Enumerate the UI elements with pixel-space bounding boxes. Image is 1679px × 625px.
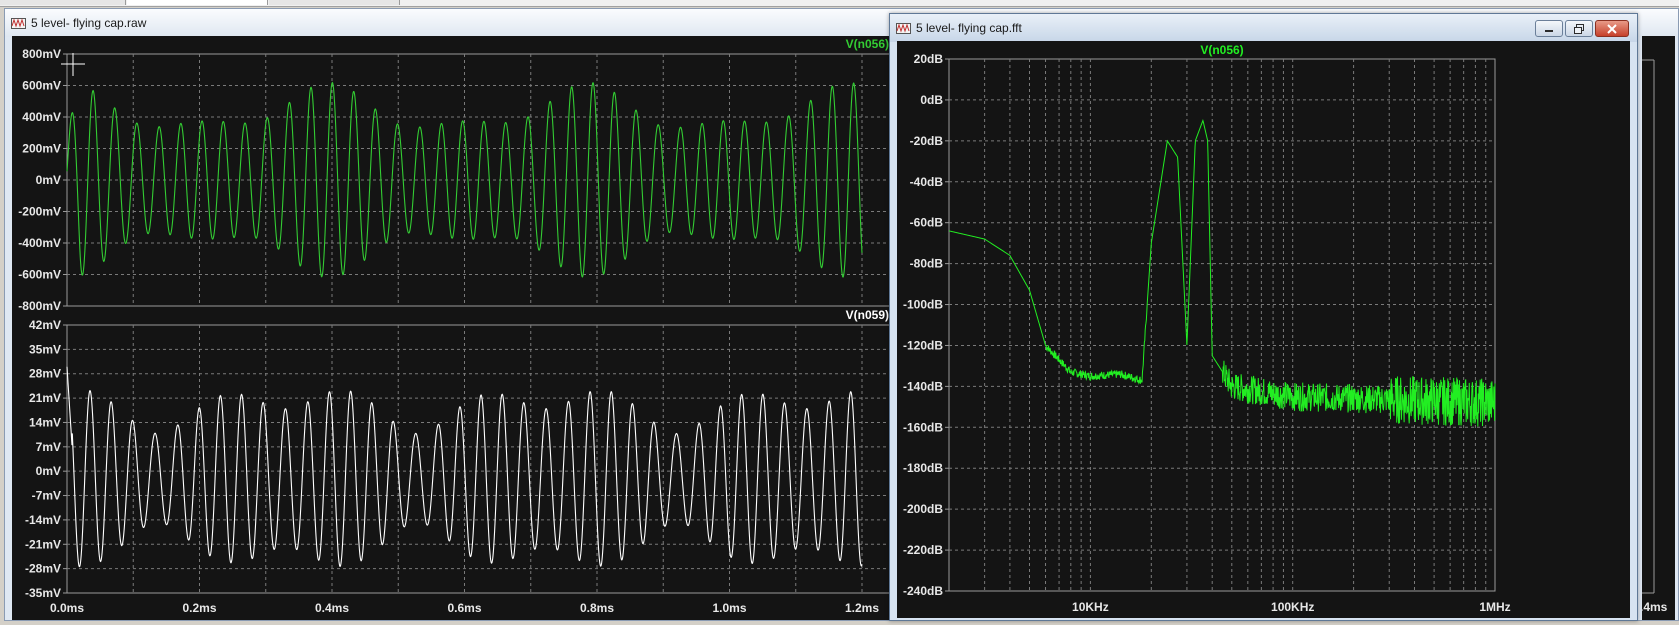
x-tick-label: 0.6ms xyxy=(447,601,481,615)
window-tab[interactable] xyxy=(269,0,400,5)
y-tick-label: 20dB xyxy=(914,52,944,66)
x-tick-label: 1MHz xyxy=(1479,600,1510,614)
restore-icon xyxy=(1574,23,1584,34)
raw-window-title: 5 level- flying cap.raw xyxy=(31,16,147,30)
x-tick-label: 0.0ms xyxy=(50,601,84,615)
close-button[interactable] xyxy=(1595,20,1629,37)
window-tab[interactable] xyxy=(0,0,126,5)
top-pane[interactable]: 800mV 600mV 400mV 200mV 0mV -200mV -400mV -600m… xyxy=(18,37,906,313)
y-tick-label: -14mV xyxy=(25,513,61,527)
y-tick-label: 400mV xyxy=(22,110,61,124)
minimize-icon xyxy=(1545,29,1553,32)
trace-label: V(n059) xyxy=(846,308,889,322)
y-tick-label: 200mV xyxy=(22,142,61,156)
trace-label: V(n056) xyxy=(846,37,889,51)
y-tick-label: 0mV xyxy=(36,464,61,478)
y-tick-label: -80dB xyxy=(910,257,944,271)
y-tick-label: 35mV xyxy=(29,342,61,356)
x-tick-label: 1.0ms xyxy=(712,601,746,615)
fft-frame xyxy=(948,58,1496,592)
y-tick-label: -180dB xyxy=(903,461,943,475)
x-tick-label: 1.2ms xyxy=(845,601,879,615)
fft-pane[interactable]: 20dB 0dB -20dB -40dB -60dB -80dB -100dB -120dB -… xyxy=(903,43,1511,614)
raw-plot-area-right-edge: .4ms xyxy=(1640,36,1675,620)
y-tick-label: -100dB xyxy=(903,298,943,312)
y-tick-label: -120dB xyxy=(903,338,943,352)
x-tick-label: 100KHz xyxy=(1271,600,1314,614)
y-tick-label: -140dB xyxy=(903,379,943,393)
y-tick-label: -220dB xyxy=(903,543,943,557)
waveform-app-icon xyxy=(896,23,911,34)
y-tick-label: -200dB xyxy=(903,502,943,516)
fft-plot-window[interactable]: 5 level- flying cap.fft 20dB 0dB -20dB -40d… xyxy=(889,13,1638,621)
y-tick-label: -160dB xyxy=(903,420,943,434)
raw-plot-svg[interactable]: 800mV 600mV 400mV 200mV 0mV -200mV -400mV -600m… xyxy=(12,36,906,620)
y-tick-label: -28mV xyxy=(25,562,61,576)
y-tick-label: -200mV xyxy=(18,205,61,219)
pane-frame xyxy=(66,324,906,594)
y-tick-label: 800mV xyxy=(22,47,61,61)
y-tick-label: -20dB xyxy=(910,134,944,148)
x-tick-label: 0.2ms xyxy=(182,601,216,615)
y-tick-label: 0mV xyxy=(36,173,61,187)
waveform-app-icon xyxy=(11,18,26,29)
y-tick-label: -600mV xyxy=(18,268,61,282)
y-tick-label: 7mV xyxy=(36,440,61,454)
raw-plot-area[interactable]: 800mV 600mV 400mV 200mV 0mV -200mV -400mV -600m… xyxy=(12,36,906,620)
trace-label: V(n056) xyxy=(1200,43,1243,57)
close-icon xyxy=(1607,23,1617,34)
y-tick-label: -400mV xyxy=(18,236,61,250)
y-tick-label: -60dB xyxy=(910,216,944,230)
taskbar-strip xyxy=(0,0,1679,7)
crosshair-cursor-icon xyxy=(61,53,85,76)
y-tick-label: 21mV xyxy=(29,391,61,405)
x-tick-label: 0.4ms xyxy=(315,601,349,615)
y-tick-label: -40dB xyxy=(910,175,944,189)
time-axis: 0.0ms 0.2ms 0.4ms 0.6ms 0.8ms 1.0ms 1.2ms xyxy=(50,601,879,615)
y-tick-label: 0dB xyxy=(920,93,943,107)
fft-plot-svg[interactable]: 20dB 0dB -20dB -40dB -60dB -80dB -100dB -120dB -… xyxy=(897,41,1630,618)
fft-window-titlebar[interactable]: 5 level- flying cap.fft xyxy=(890,14,1637,42)
window-tab[interactable] xyxy=(127,0,268,5)
y-tick-label: 14mV xyxy=(29,415,61,429)
y-tick-label: 28mV xyxy=(29,367,61,381)
y-tick-label: -7mV xyxy=(32,489,61,503)
y-tick-label: -35mV xyxy=(25,586,61,600)
minimize-button[interactable] xyxy=(1535,20,1563,37)
x-tick-label: 0.8ms xyxy=(580,601,614,615)
y-tick-label: 600mV xyxy=(22,79,61,93)
fft-plot-area[interactable]: 20dB 0dB -20dB -40dB -60dB -80dB -100dB -120dB -… xyxy=(897,41,1630,618)
y-tick-label: -240dB xyxy=(903,584,943,598)
fft-window-title: 5 level- flying cap.fft xyxy=(916,21,1022,35)
spectrum-trace xyxy=(948,118,1496,427)
y-tick-label: 42mV xyxy=(29,318,61,332)
bottom-pane[interactable]: 42mV 35mV 28mV 21mV 14mV 7mV 0mV -7mV -14mV -21mV… xyxy=(25,308,906,600)
x-tick-label: 10KHz xyxy=(1072,600,1109,614)
y-tick-label: -21mV xyxy=(25,537,61,551)
restore-button[interactable] xyxy=(1565,20,1593,37)
y-tick-label: -800mV xyxy=(18,299,61,313)
x-tick-label-partial: .4ms xyxy=(1642,600,1668,614)
